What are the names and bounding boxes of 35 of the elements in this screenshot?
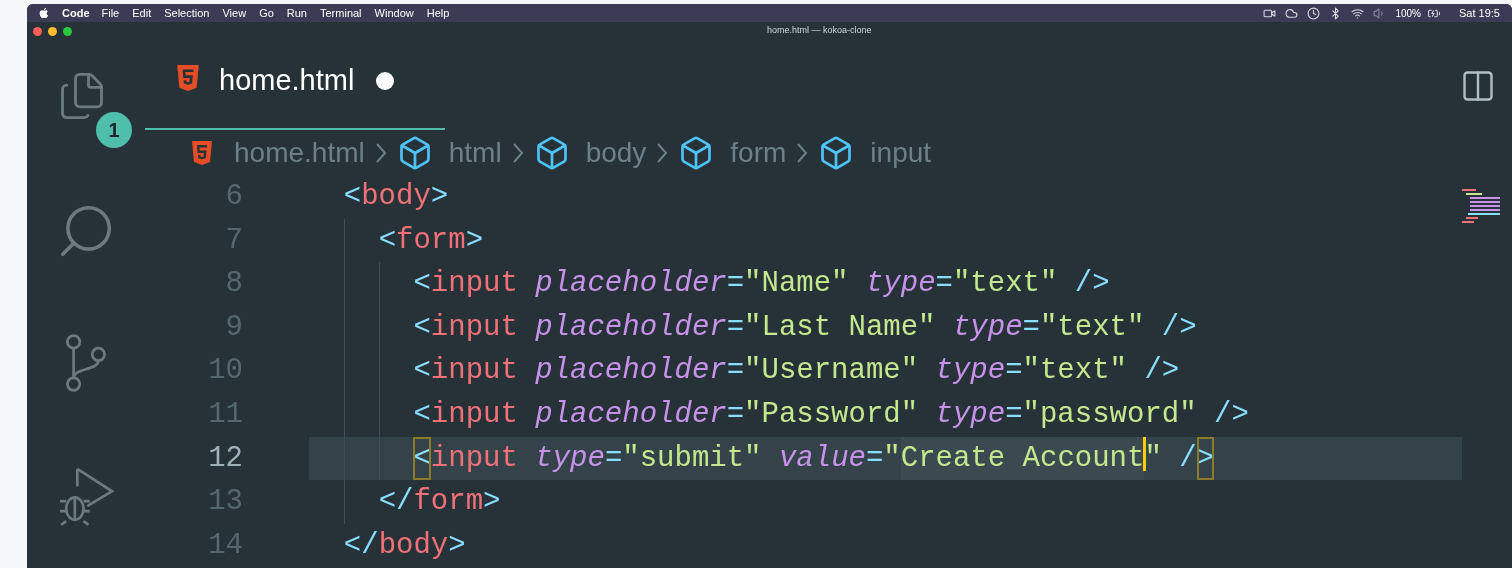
code-line: <body> [342,179,450,215]
minimap-drawing [1462,189,1502,223]
close-window-button[interactable] [33,26,42,36]
apple-icon[interactable] [39,7,50,19]
app-menu[interactable]: Code [62,4,90,22]
notification-badge: 1 [96,112,132,148]
menu-item[interactable]: Go [259,4,274,22]
code-line: </body> [342,527,467,564]
code-line: <form> [309,218,1462,263]
menu-item[interactable]: View [222,4,247,22]
menu-item[interactable]: Terminal [320,4,362,22]
wifi-icon[interactable] [1351,6,1365,20]
clock-icon[interactable] [1307,6,1321,20]
menu-item[interactable]: Window [374,4,414,22]
menu-item[interactable]: Help [426,4,450,22]
code-line: <input placeholder="Username" type="text" /> [309,349,1462,393]
menu-item[interactable]: Edit [132,4,152,22]
code-line: <input placeholder="Name" type="text" /> [309,262,1462,306]
editor-tab[interactable]: home.html [145,40,445,130]
line-number: 12 [207,440,243,477]
menu-item[interactable]: File [101,4,120,22]
battery-percentage: 100% [1395,6,1421,21]
minimize-window-button[interactable] [48,26,57,36]
menu-clock[interactable]: Sat 19:5 [1459,4,1500,22]
menu-item[interactable]: Run [286,4,307,22]
code-line: <input placeholder="Password" type="password" /> [309,392,1462,437]
menu-item[interactable]: Selection [164,4,210,22]
html5-icon [175,64,201,92]
code-line: <input placeholder="Last Name" type="text" /> [309,305,1462,350]
zoom-window-button[interactable] [63,26,72,36]
code-line: </form> [309,480,1462,524]
window-title: home.html — kokoa-clone [767,24,872,38]
cloud-icon[interactable] [1285,6,1299,20]
split-editor-icon[interactable] [1460,68,1496,104]
html5-icon [190,139,214,166]
